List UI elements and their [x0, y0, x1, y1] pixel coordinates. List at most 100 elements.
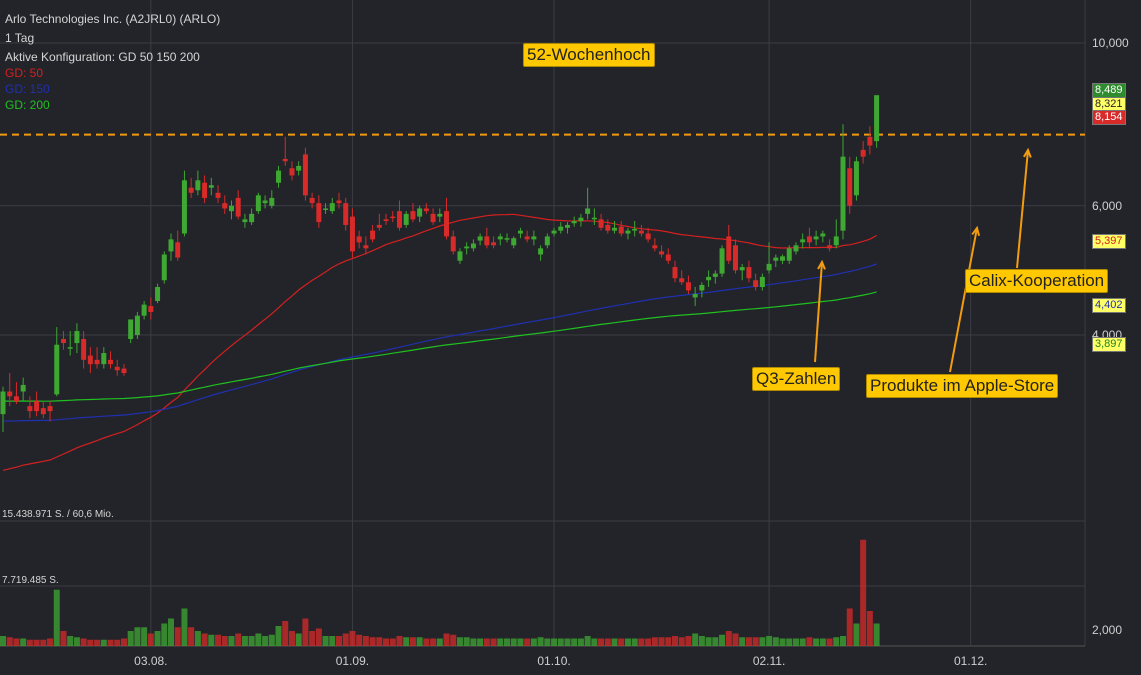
candle-body-128	[860, 149, 866, 157]
candle-body-107	[719, 248, 725, 274]
volume-bar-10	[67, 636, 74, 646]
volume-bar-26	[174, 627, 181, 646]
annotation-arrow-1	[949, 227, 978, 373]
candle-body-53	[356, 236, 362, 243]
candle-body-25	[168, 239, 174, 252]
volume-bar-4	[26, 639, 33, 646]
candle-body-50	[336, 200, 342, 204]
x-tick-label-1: 01.09.	[336, 654, 369, 668]
candle-body-58	[390, 216, 396, 219]
price-tag-ma50: 5,397	[1092, 234, 1126, 249]
volume-bar-3	[20, 638, 27, 646]
volume-bar-71	[477, 638, 484, 646]
candle-body-120	[806, 236, 812, 243]
volume-bar-120	[806, 637, 813, 646]
volume-bar-116	[779, 638, 786, 646]
volume-bar-73	[490, 638, 497, 646]
volume-bar-118	[792, 638, 799, 646]
volume-bar-57	[383, 638, 390, 646]
candle-body-92	[618, 226, 624, 234]
candle-body-48	[323, 208, 329, 210]
candle-body-95	[638, 230, 644, 234]
volume-bar-96	[645, 638, 652, 646]
candle-body-59	[396, 211, 402, 228]
volume-bar-61	[409, 637, 416, 646]
volume-bar-0	[0, 636, 6, 646]
volume-bar-80	[537, 637, 544, 646]
volume-bar-40	[268, 634, 275, 646]
candle-body-118	[793, 245, 799, 252]
volume-bar-62	[416, 637, 423, 646]
volume-bar-82	[551, 638, 558, 646]
volume-bar-11	[73, 637, 80, 646]
candle-body-35	[235, 197, 241, 217]
candle-body-43	[289, 168, 295, 176]
candle-body-108	[726, 236, 732, 261]
volume-bar-59	[396, 636, 403, 646]
candle-body-2	[13, 396, 19, 402]
candle-body-8	[54, 344, 60, 395]
volume-mid-label: 7.719.485 S.	[2, 575, 59, 586]
x-tick-label-4: 01.12.	[954, 654, 987, 668]
volume-bar-106	[712, 637, 719, 646]
candle-body-83	[558, 226, 564, 231]
volume-bar-101	[678, 637, 685, 646]
volume-bar-49	[329, 636, 336, 646]
candle-body-56	[376, 224, 382, 228]
volume-bar-5	[33, 639, 40, 646]
volume-bar-88	[591, 638, 598, 646]
candle-body-30	[202, 182, 208, 198]
volume-bar-107	[719, 634, 726, 646]
candle-body-3	[20, 384, 26, 392]
candle-body-36	[242, 219, 248, 223]
volume-bar-24	[161, 623, 168, 646]
volume-bar-52	[349, 631, 356, 646]
volume-bar-69	[463, 637, 470, 646]
price-tag-ma150: 4,402	[1092, 298, 1126, 313]
volume-bar-38	[255, 633, 262, 646]
volume-bar-130	[873, 623, 880, 646]
volume-bar-51	[342, 633, 349, 646]
candle-body-47	[316, 203, 322, 223]
volume-bar-102	[685, 636, 692, 646]
price-chart: 4,0006,00010,0002,00003.08. 01.09. 01.10. 0…	[0, 0, 1129, 668]
candle-body-93	[625, 230, 631, 234]
volume-bar-46	[309, 631, 316, 646]
volume-bar-93	[624, 638, 631, 646]
candle-body-28	[188, 187, 194, 193]
candle-body-84	[564, 224, 570, 228]
x-tick-label-2: 01.10.	[537, 654, 570, 668]
candle-body-72	[484, 236, 490, 246]
candle-body-102	[685, 282, 691, 291]
candle-body-7	[47, 406, 53, 412]
volume-bar-74	[497, 638, 504, 646]
candle-body-33	[222, 203, 228, 209]
price-tag-last: 8,489	[1092, 83, 1126, 98]
candle-body-73	[491, 242, 497, 246]
volume-bar-127	[853, 623, 860, 646]
candle-body-122	[820, 233, 826, 237]
candle-body-96	[645, 233, 651, 240]
candle-body-98	[659, 251, 665, 255]
volume-bar-109	[732, 633, 739, 646]
ma50-line	[2, 213, 877, 471]
volume-bar-9	[60, 631, 67, 646]
candle-body-20	[134, 315, 140, 335]
volume-bar-53	[356, 634, 363, 646]
candle-body-85	[571, 221, 577, 224]
candle-body-0	[0, 391, 6, 415]
volume-bar-45	[302, 618, 309, 646]
candle-body-66	[444, 211, 450, 237]
candle-body-115	[773, 257, 779, 261]
candle-body-14	[94, 359, 100, 365]
candle-body-78	[524, 236, 530, 240]
candle-body-70	[470, 243, 476, 249]
candle-body-71	[477, 236, 483, 241]
ma200-line	[3, 291, 877, 402]
candle-body-86	[578, 217, 584, 222]
volume-bar-6	[40, 639, 47, 646]
volume-bar-54	[362, 636, 369, 646]
volume-bar-108	[725, 631, 732, 646]
candle-body-112	[753, 280, 759, 288]
volume-bar-79	[530, 638, 537, 646]
